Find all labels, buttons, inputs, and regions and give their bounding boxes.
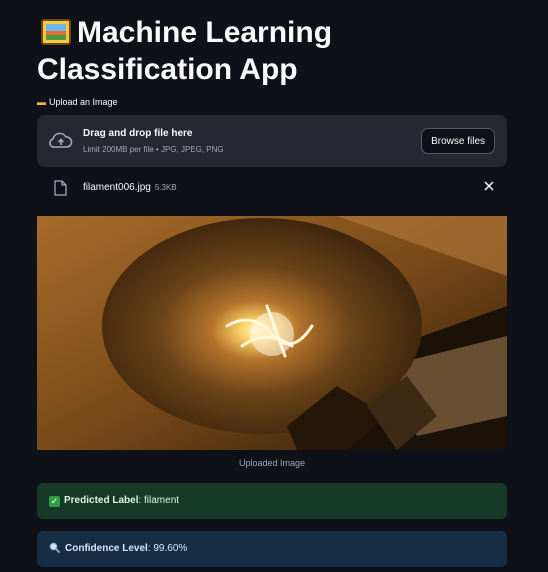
close-icon bbox=[484, 181, 494, 191]
remove-file-button[interactable] bbox=[484, 181, 494, 194]
predicted-label-prefix: Predicted Label bbox=[64, 495, 139, 506]
file-dropzone[interactable]: Drag and drop file here Limit 200MB per … bbox=[37, 115, 507, 167]
confidence-alert: Confidence Level: 99.60% bbox=[37, 531, 507, 567]
browse-files-button[interactable]: Browse files bbox=[421, 128, 495, 154]
upload-label-text: Upload an Image bbox=[49, 97, 118, 107]
image-caption: Uploaded Image bbox=[238, 458, 306, 468]
dropzone-title: Drag and drop file here bbox=[83, 128, 193, 139]
page-title: Machine Learning Classification App bbox=[37, 14, 517, 88]
page-title-text: Machine Learning Classification App bbox=[37, 16, 333, 86]
file-name: filament006.jpg 5.3KB bbox=[83, 182, 177, 193]
prediction-alert: ✓ Predicted Label: filament bbox=[37, 483, 507, 519]
predicted-label-value: : filament bbox=[138, 495, 180, 506]
magnifier-icon bbox=[49, 542, 60, 553]
file-icon bbox=[54, 180, 67, 196]
dropzone-subtitle: Limit 200MB per file • JPG, JPEG, PNG bbox=[83, 145, 224, 154]
confidence-value: : 99.60% bbox=[147, 543, 188, 554]
uploaded-file-row: filament006.jpg 5.3KB bbox=[37, 176, 507, 200]
folder-icon: ▬ bbox=[37, 97, 46, 107]
file-size: 5.3KB bbox=[154, 183, 177, 192]
check-icon: ✓ bbox=[49, 496, 60, 507]
cloud-upload-icon bbox=[49, 132, 73, 148]
uploaded-image bbox=[37, 216, 507, 450]
framed-picture-icon bbox=[41, 19, 71, 45]
file-name-text: filament006.jpg bbox=[83, 182, 151, 193]
confidence-prefix: Confidence Level bbox=[65, 543, 148, 554]
upload-label: ▬ Upload an Image bbox=[37, 97, 118, 107]
